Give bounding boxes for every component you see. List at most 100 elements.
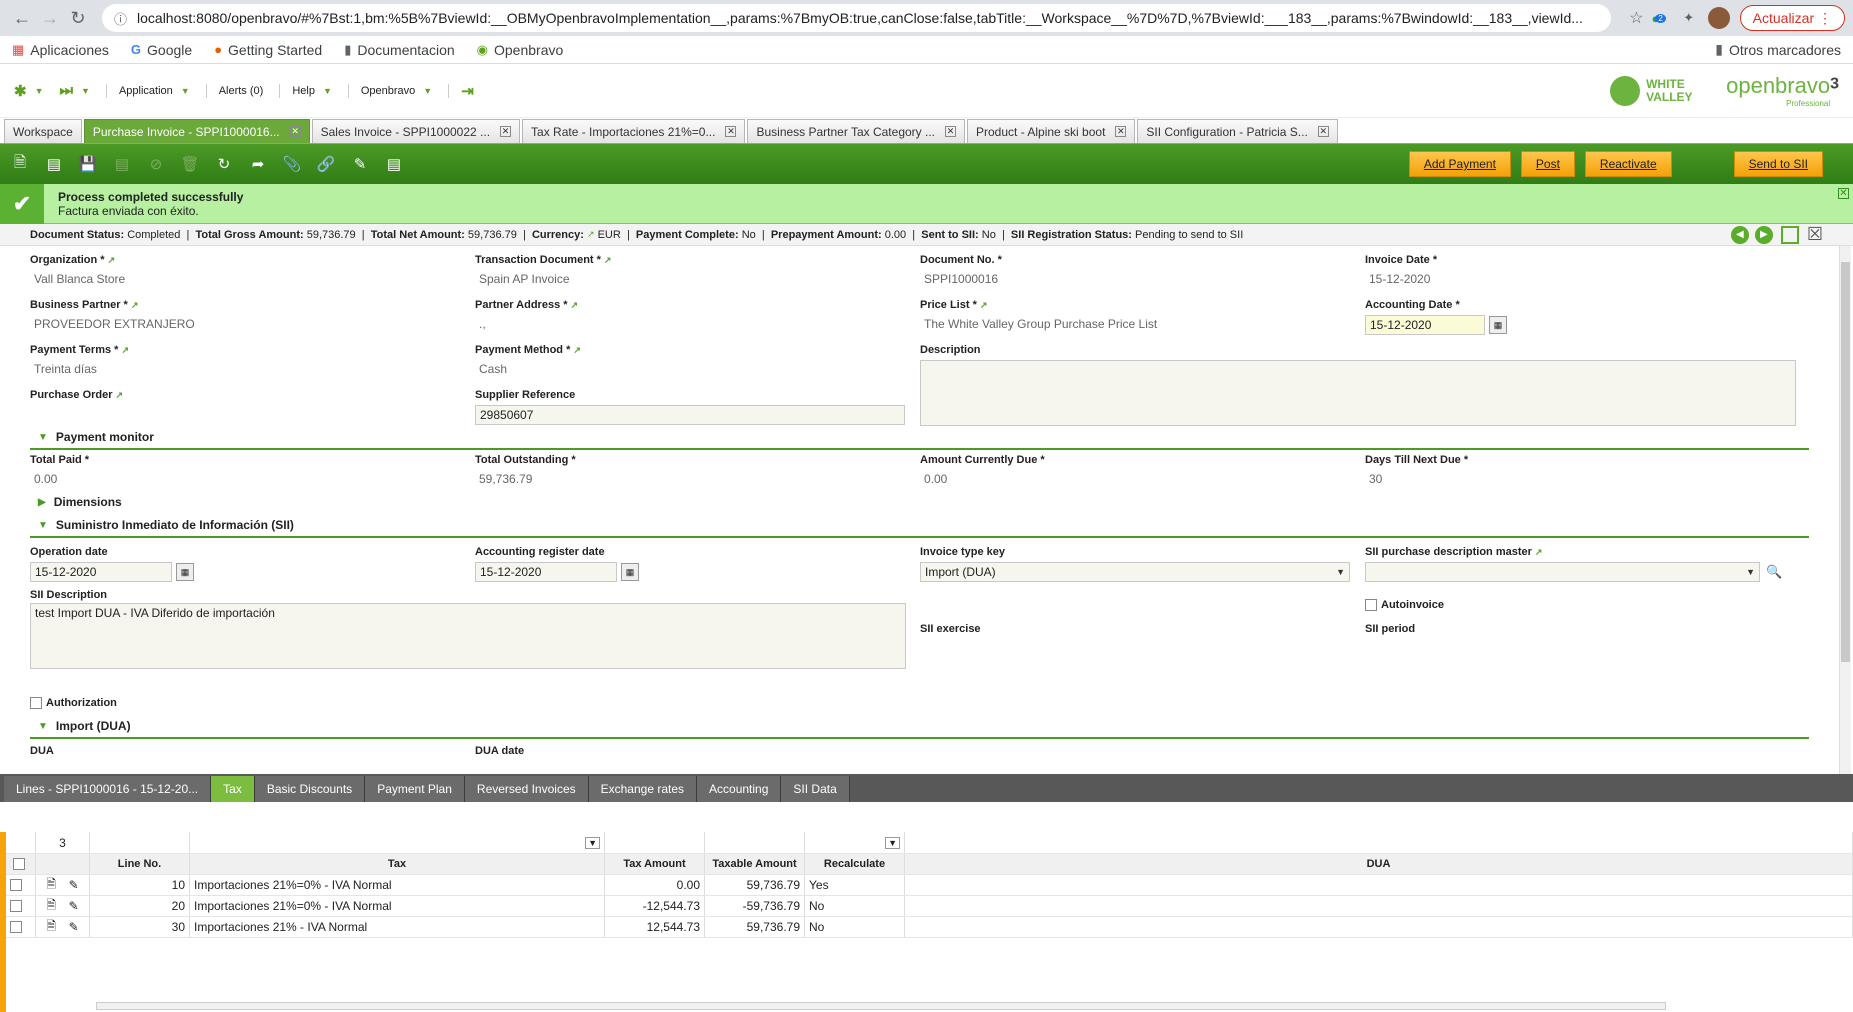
close-form-icon[interactable]: ☒ [1807, 224, 1823, 245]
reload-icon[interactable]: ↻ [64, 4, 92, 32]
table-row[interactable]: 🗎 ✎ 10 Importaciones 21%=0% - IVA Normal 0.0… [6, 875, 1853, 896]
chevron-down-icon[interactable]: ▼ [885, 836, 900, 849]
previous-record-icon[interactable]: ◀ [1730, 225, 1749, 244]
close-tab-icon[interactable]: ✕ [500, 126, 512, 137]
search-icon[interactable]: 🔍 [1766, 564, 1782, 580]
select-all-checkbox-cell[interactable] [6, 854, 36, 874]
open-record-icon[interactable]: 🗎 [46, 917, 56, 937]
child-tab[interactable]: Tax [211, 776, 255, 802]
authorization-checkbox[interactable] [30, 697, 42, 710]
select-all-checkbox[interactable] [12, 858, 25, 870]
acct-register-date-input[interactable]: 15-12-2020 [475, 562, 617, 582]
accounting-date-input[interactable]: 15-12-2020 [1365, 315, 1485, 335]
field-autoinvoice[interactable]: Autoinvoice [1365, 583, 1810, 612]
row-checkbox[interactable] [10, 900, 22, 912]
open-record-icon[interactable]: 🗎 [46, 875, 56, 895]
child-tab[interactable]: Lines - SPPI1000016 - 15-12-20... [4, 776, 212, 802]
link-icon[interactable]: ↗ [116, 390, 124, 400]
row-checkbox-cell[interactable] [6, 875, 36, 895]
refresh-icon[interactable]: ↻ [210, 150, 238, 178]
bookmark-openbravo[interactable]: ◉ Openbravo [477, 42, 564, 58]
quick-launch-menu[interactable]: ⏭ ▼ [60, 82, 90, 99]
horizontal-scrollbar[interactable] [96, 1002, 1666, 1010]
bookmark-other[interactable]: ▮ Otros marcadores [1715, 41, 1841, 58]
autoinvoice-checkbox[interactable] [1365, 599, 1377, 612]
filter-taxable[interactable] [705, 832, 805, 853]
operation-date-input[interactable]: 15-12-2020 [30, 562, 172, 582]
calendar-icon[interactable]: ▦ [621, 563, 639, 581]
row-checkbox-cell[interactable] [6, 917, 36, 937]
info-icon[interactable]: ⓘ [114, 9, 127, 28]
invoice-type-key-select[interactable]: Import (DUA) ▼ [920, 562, 1350, 582]
openbravo-menu[interactable]: Openbravo ▼ [361, 85, 432, 97]
header-line-no[interactable]: Line No. [90, 854, 190, 874]
edit-icon[interactable]: ✎ [69, 920, 79, 934]
header-tax[interactable]: Tax [190, 854, 605, 874]
child-tab[interactable]: Basic Discounts [254, 776, 366, 802]
link-icon[interactable]: ↗ [573, 345, 581, 355]
link-icon[interactable]: ↗ [1535, 547, 1543, 557]
form-scrollbar[interactable] [1839, 246, 1851, 774]
window-tab[interactable]: Workspace [4, 119, 82, 143]
window-tab[interactable]: Purchase Invoice - SPPI1000016... ✕ [83, 119, 310, 143]
forward-icon[interactable]: → [36, 4, 64, 32]
filter-tax[interactable]: ▼ [190, 832, 605, 853]
address-bar[interactable]: ⓘ localhost:8080/openbravo/#%7Bst:1,bm:%… [102, 4, 1612, 32]
table-row[interactable]: 🗎 ✎ 20 Importaciones 21%=0% - IVA Normal -12… [6, 896, 1853, 917]
calendar-icon[interactable]: ▦ [1489, 316, 1507, 334]
sii-purchase-desc-select[interactable]: ▼ [1365, 562, 1760, 582]
back-icon[interactable]: ← [8, 4, 36, 32]
close-icon[interactable]: ✕ [1838, 188, 1849, 199]
reactivate-button[interactable]: Reactivate [1584, 151, 1672, 177]
link-icon[interactable]: 🔗 [312, 150, 340, 178]
open-record-icon[interactable]: 🗎 [46, 896, 56, 916]
bookmark-star-icon[interactable]: ☆ [1629, 8, 1643, 28]
bookmark-documentacion[interactable]: ▮ Documentacion [344, 42, 454, 58]
print-icon[interactable]: ▤ [380, 150, 408, 178]
export-icon[interactable]: ➦ [244, 150, 272, 178]
row-checkbox-cell[interactable] [6, 896, 36, 916]
header-recalculate[interactable]: Recalculate [805, 854, 905, 874]
chevron-down-icon[interactable]: ▼ [585, 836, 600, 849]
alerts-link[interactable]: Alerts (0) [219, 85, 264, 97]
close-tab-icon[interactable]: ✕ [945, 126, 956, 137]
maximize-icon[interactable] [1780, 225, 1799, 244]
add-payment-button[interactable]: Add Payment [1408, 151, 1511, 177]
quick-create-menu[interactable]: ✱ ▼ [14, 82, 44, 100]
link-icon[interactable]: ↗ [587, 229, 595, 240]
send-to-sii-button[interactable]: Send to SII [1733, 151, 1823, 177]
link-icon[interactable]: ↗ [108, 255, 116, 265]
logout-button[interactable]: ⇥ [461, 82, 474, 100]
bookmark-apps[interactable]: ▦ Aplicaciones [12, 42, 109, 58]
scrollbar-thumb[interactable] [1841, 262, 1850, 662]
child-tab[interactable]: SII Data [781, 776, 850, 802]
header-dua[interactable]: DUA [905, 854, 1853, 874]
child-tab[interactable]: Reversed Invoices [464, 776, 589, 802]
link-icon[interactable]: ↗ [571, 300, 579, 310]
child-tab[interactable]: Accounting [697, 776, 782, 802]
section-dimensions[interactable]: ▶ Dimensions [30, 490, 1813, 514]
next-record-icon[interactable]: ▶ [1754, 225, 1773, 244]
attach-icon[interactable]: 📎 [278, 150, 306, 178]
supplier-reference-input[interactable]: 29850607 [475, 405, 905, 425]
audit-icon[interactable]: ✎ [346, 150, 374, 178]
new-document-icon[interactable]: 🗎 [6, 150, 34, 178]
filter-recalculate[interactable]: ▼ [805, 832, 905, 853]
row-checkbox[interactable] [10, 879, 22, 891]
application-menu[interactable]: Application ▼ [119, 85, 190, 97]
header-taxable-amount[interactable]: Taxable Amount [705, 854, 805, 874]
bookmark-google[interactable]: G Google [131, 42, 192, 58]
close-tab-icon[interactable]: ✕ [1115, 126, 1127, 137]
update-button[interactable]: Actualizar ⋮ [1739, 5, 1845, 31]
filter-line-no[interactable] [90, 832, 190, 853]
avatar[interactable] [1707, 7, 1730, 29]
window-tab[interactable]: Sales Invoice - SPPI1000022 ... ✕ [311, 119, 521, 143]
link-icon[interactable]: ↗ [980, 300, 988, 310]
child-tab[interactable]: Payment Plan [365, 776, 465, 802]
window-tab[interactable]: SII Configuration - Patricia S... ✕ [1137, 119, 1338, 143]
delete-icon[interactable]: 🗑 [176, 150, 204, 178]
puzzle-icon[interactable]: ✦ [1678, 7, 1700, 29]
window-tab[interactable]: Tax Rate - Importaciones 21%=0... ✕ [522, 119, 746, 143]
help-menu[interactable]: Help ▼ [292, 85, 332, 97]
section-payment-monitor[interactable]: ▼ Payment monitor [30, 426, 1809, 450]
